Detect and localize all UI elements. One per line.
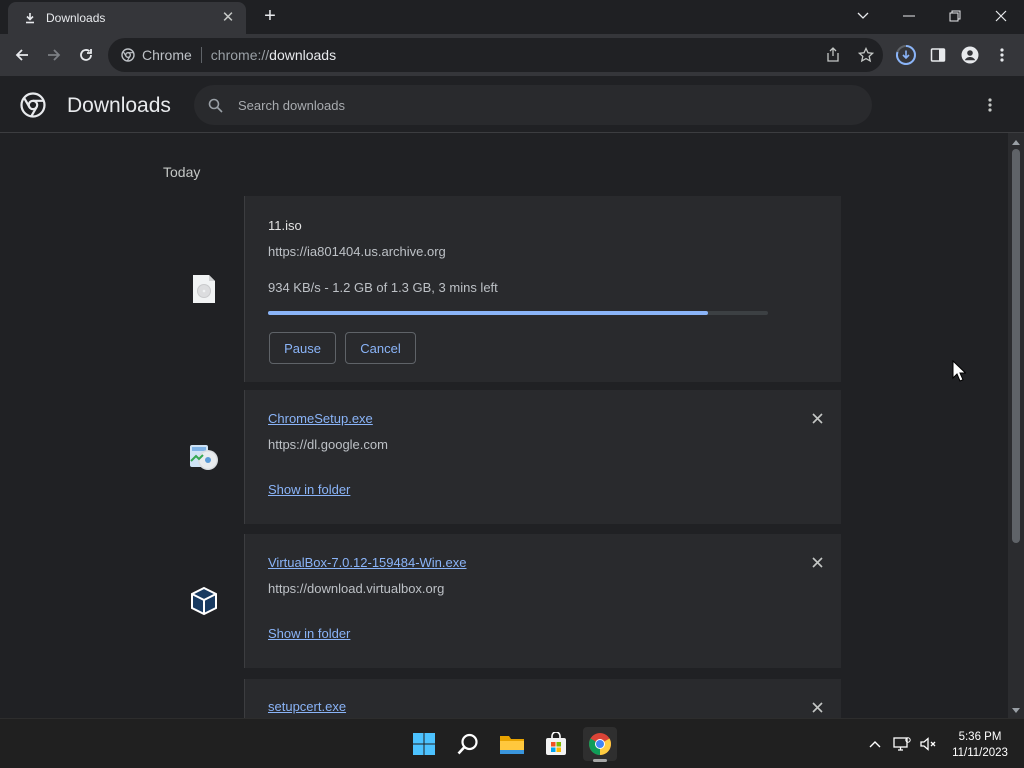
search-icon: [457, 733, 478, 755]
scroll-down-arrow-icon[interactable]: [1012, 706, 1020, 714]
virtualbox-cube-icon: [190, 586, 217, 616]
tab-strip: Downloads ✕ +: [0, 0, 1024, 34]
download-progress-icon: [896, 45, 916, 65]
file-icon-column: [163, 534, 245, 668]
arrow-left-icon: [15, 49, 28, 61]
windows-taskbar: 5:36 PM 11/11/2023: [0, 718, 1024, 768]
file-name: 11.iso: [268, 218, 302, 233]
download-status: 934 KB/s - 1.2 GB of 1.3 GB, 3 mins left: [268, 280, 498, 295]
minimize-button[interactable]: [886, 0, 932, 32]
more-vert-icon: [1000, 48, 1004, 62]
side-panel-button[interactable]: [926, 43, 950, 67]
taskbar-search-button[interactable]: [451, 727, 485, 761]
show-in-folder-link[interactable]: Show in folder: [268, 626, 350, 641]
arrow-right-icon: [48, 49, 61, 61]
minimize-icon: [903, 15, 915, 17]
chrome-icon: [589, 733, 611, 755]
profile-button[interactable]: [958, 43, 982, 67]
disc-image-file-icon: [192, 275, 215, 303]
site-name: Chrome: [142, 47, 192, 63]
close-window-button[interactable]: [978, 0, 1024, 32]
tab-search-button[interactable]: [840, 0, 886, 32]
chevron-down-icon: [857, 12, 869, 19]
browser-toolbar: Chrome chrome://downloads: [0, 34, 1024, 76]
downloads-header: Downloads Search downloads: [0, 76, 1024, 133]
installer-file-icon: [189, 445, 218, 470]
downloads-menu-button[interactable]: [980, 94, 1000, 116]
date-section-label: Today: [163, 164, 201, 180]
tab-close-icon[interactable]: ✕: [220, 10, 236, 26]
reload-button[interactable]: [74, 43, 98, 67]
remove-from-list-icon[interactable]: [809, 554, 825, 570]
chrome-taskbar-button[interactable]: [583, 727, 617, 762]
downloads-toolbar-button[interactable]: [894, 43, 918, 67]
start-button[interactable]: [407, 727, 441, 761]
page-title: Downloads: [67, 94, 171, 117]
remove-from-list-icon[interactable]: [809, 410, 825, 426]
file-explorer-button[interactable]: [495, 727, 529, 761]
download-item: setupcert.exe: [163, 679, 841, 718]
restore-button[interactable]: [932, 0, 978, 32]
search-icon: [206, 96, 224, 114]
download-icon: [22, 10, 38, 26]
downloads-list: Today 11.iso https://ia801404.us.archive…: [0, 133, 1008, 718]
show-hidden-icons-chevron-up-icon[interactable]: [866, 735, 884, 753]
file-icon-column: [163, 390, 245, 524]
file-icon-column: [163, 196, 245, 382]
profile-icon: [961, 46, 979, 64]
search-placeholder: Search downloads: [238, 97, 345, 113]
new-tab-button[interactable]: +: [258, 6, 282, 28]
chrome-icon: [120, 47, 136, 63]
side-panel-icon: [930, 48, 946, 62]
bookmark-star-icon[interactable]: [857, 46, 875, 64]
source-url[interactable]: https://download.virtualbox.org: [268, 581, 444, 596]
page-scrollbar[interactable]: [1008, 133, 1024, 718]
reload-icon: [80, 49, 92, 61]
file-name-link[interactable]: VirtualBox-7.0.12-159484-Win.exe: [268, 555, 467, 570]
address-bar[interactable]: Chrome chrome://downloads: [108, 38, 883, 72]
source-url[interactable]: https://dl.google.com: [268, 437, 388, 452]
source-url[interactable]: https://ia801404.us.archive.org: [268, 244, 446, 259]
network-icon[interactable]: [893, 735, 911, 753]
remove-from-list-icon[interactable]: [809, 699, 825, 715]
tab-title: Downloads: [46, 11, 106, 25]
back-button[interactable]: [10, 43, 34, 67]
scroll-up-arrow-icon[interactable]: [1012, 138, 1020, 146]
search-downloads-input[interactable]: Search downloads: [194, 85, 872, 125]
restore-icon: [949, 10, 961, 22]
download-item: ChromeSetup.exe https://dl.google.com Sh…: [163, 390, 841, 524]
volume-muted-icon[interactable]: [919, 735, 937, 753]
file-explorer-icon: [500, 736, 524, 754]
file-name-link[interactable]: setupcert.exe: [268, 699, 346, 714]
progress-bar: [268, 311, 768, 315]
clock-date: 11/11/2023: [952, 747, 1008, 759]
cancel-button[interactable]: Cancel: [345, 332, 416, 364]
file-name-link[interactable]: ChromeSetup.exe: [268, 411, 373, 426]
share-icon[interactable]: [824, 46, 842, 64]
system-clock[interactable]: 5:36 PM 11/11/2023: [945, 729, 1015, 761]
tab-downloads[interactable]: Downloads ✕: [8, 2, 246, 34]
microsoft-store-icon: [546, 732, 566, 755]
omnibox-separator: [200, 47, 202, 63]
active-app-indicator: [593, 759, 607, 762]
url-host: downloads: [269, 47, 337, 63]
progress-fill: [268, 311, 708, 315]
file-icon-column: [163, 679, 245, 718]
scrollbar-thumb[interactable]: [1012, 149, 1020, 543]
forward-button[interactable]: [42, 43, 66, 67]
show-in-folder-link[interactable]: Show in folder: [268, 482, 350, 497]
microsoft-store-button[interactable]: [539, 727, 573, 761]
windows-start-icon: [413, 733, 435, 755]
clock-time: 5:36 PM: [958, 731, 1002, 743]
chrome-logo-icon: [20, 92, 46, 118]
close-icon: [995, 10, 1007, 22]
mouse-cursor-icon: [952, 360, 966, 382]
url-scheme: chrome://: [210, 47, 270, 63]
more-vert-icon: [988, 98, 992, 112]
download-item: 11.iso https://ia801404.us.archive.org 9…: [163, 196, 841, 382]
download-item: VirtualBox-7.0.12-159484-Win.exe https:/…: [163, 534, 841, 668]
chrome-menu-button[interactable]: [990, 43, 1014, 67]
pause-button[interactable]: Pause: [269, 332, 336, 364]
